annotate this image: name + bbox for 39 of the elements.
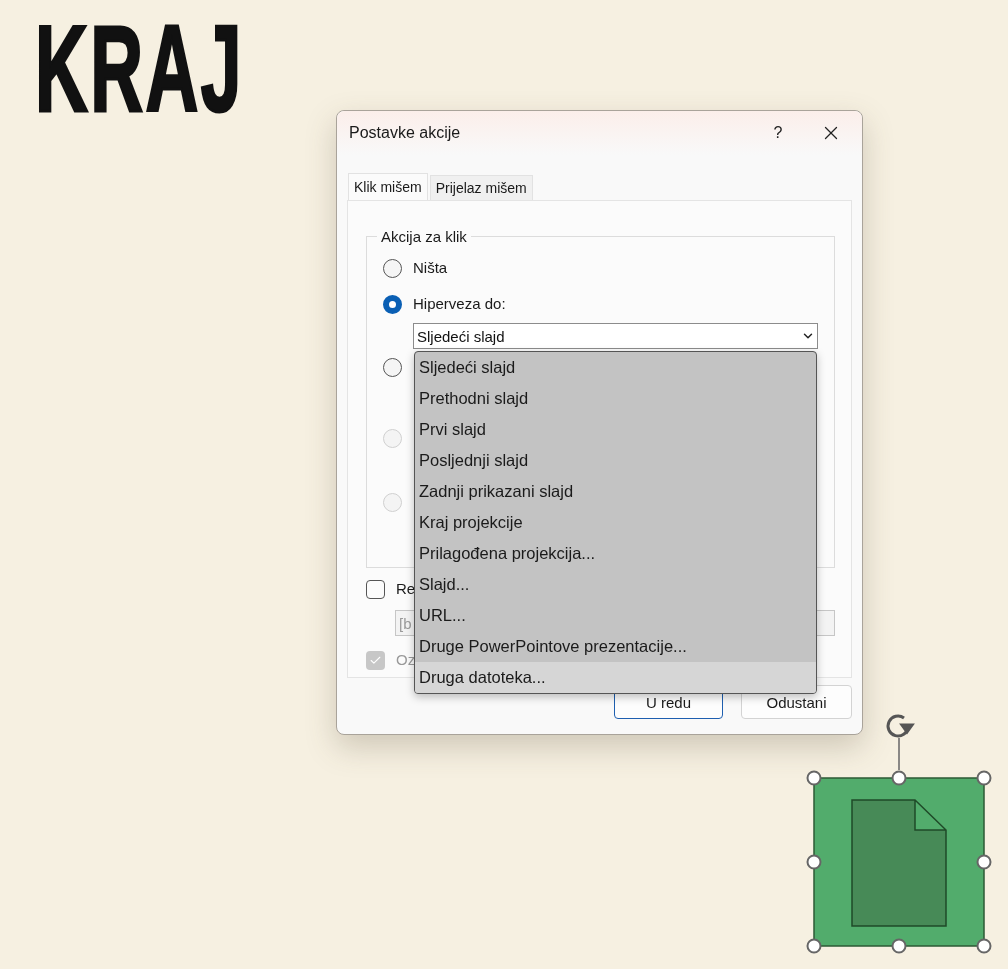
- resize-handle[interactable]: [891, 938, 907, 954]
- rotate-handle-icon[interactable]: [886, 714, 915, 738]
- radio-button[interactable]: [383, 295, 402, 314]
- resize-handle[interactable]: [976, 770, 992, 786]
- checkbox[interactable]: [366, 579, 385, 599]
- rotate-handle-line: [898, 737, 900, 771]
- group-title: Akcija za klik: [380, 228, 468, 245]
- field-value: [b: [399, 614, 412, 632]
- checkbox-label: Re: [396, 579, 416, 599]
- resize-handle[interactable]: [806, 770, 822, 786]
- resize-handle[interactable]: [806, 854, 822, 870]
- dropdown-option[interactable]: Sljedeći slajd: [415, 352, 816, 383]
- resize-handle[interactable]: [976, 938, 992, 954]
- slide-title: KRAJ: [35, 8, 244, 130]
- dropdown-field[interactable]: Sljedeći slajd: [413, 323, 818, 349]
- document-icon: [851, 799, 947, 927]
- resize-handle[interactable]: [976, 854, 992, 870]
- dropdown-option[interactable]: Posljednji slajd: [415, 445, 816, 476]
- tab[interactable]: Klik mišem: [348, 173, 428, 200]
- dropdown-option[interactable]: Prethodni slajd: [415, 383, 816, 414]
- resize-handle[interactable]: [806, 938, 822, 954]
- help-button[interactable]: ?: [758, 116, 798, 150]
- dropdown-option[interactable]: Kraj projekcije: [415, 507, 816, 538]
- dialog-title: Postavke akcije: [349, 124, 462, 142]
- dropdown-option[interactable]: Prvi slajd: [415, 414, 816, 445]
- radio-label: Ništa: [413, 258, 448, 278]
- dropdown-value: Sljedeći slajd: [417, 327, 505, 345]
- tab[interactable]: Prijelaz mišem: [429, 175, 533, 200]
- dropdown-option[interactable]: Prilagođena projekcija...: [415, 538, 816, 569]
- checkbox-label: Oz: [396, 650, 416, 670]
- resize-handle[interactable]: [891, 770, 907, 786]
- radio-label: Hiperveza do:: [413, 294, 507, 314]
- radio-button[interactable]: [383, 259, 402, 278]
- radio-button[interactable]: [383, 358, 402, 377]
- dropdown-option[interactable]: Druge PowerPointove prezentacije...: [415, 631, 816, 662]
- dropdown-option[interactable]: URL...: [415, 600, 816, 631]
- dropdown-option[interactable]: Zadnji prikazani slajd: [415, 476, 816, 507]
- dropdown-option[interactable]: Slajd...: [415, 569, 816, 600]
- dropdown-option[interactable]: Druga datoteka...: [415, 662, 816, 693]
